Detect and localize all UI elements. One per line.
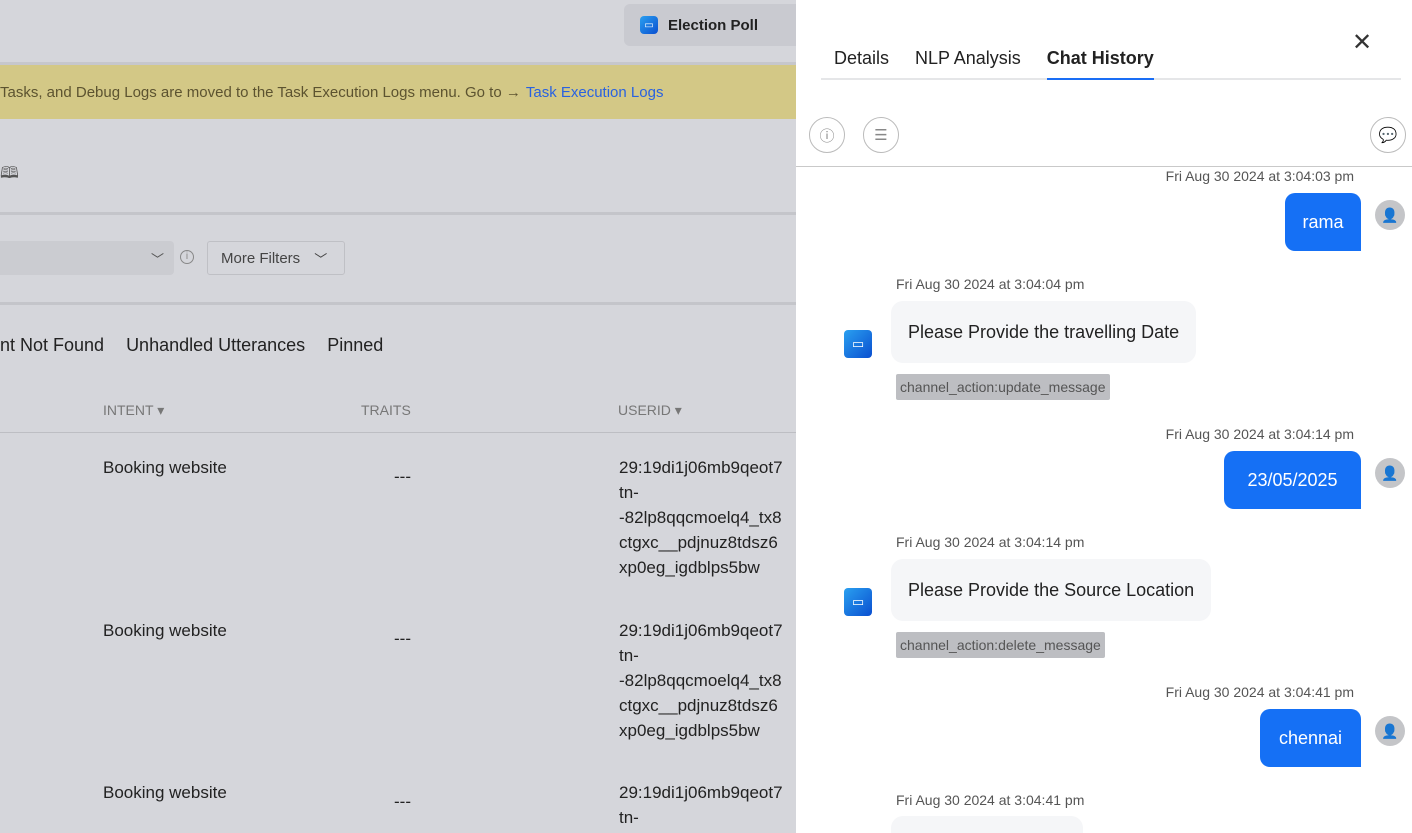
tab-chat-history[interactable]: Chat History bbox=[1046, 48, 1154, 80]
timestamp: Fri Aug 30 2024 at 3:04:04 pm bbox=[896, 276, 1085, 292]
chevron-down-icon: ﹀ bbox=[314, 251, 328, 267]
info-icon[interactable]: i bbox=[180, 250, 194, 264]
user-bubble: 23/05/2025 bbox=[1224, 451, 1361, 509]
userid-cell: 29:19di1j06mb9qeot7 tn- bbox=[619, 783, 783, 827]
task-execution-logs-link[interactable]: Task Execution Logs bbox=[526, 84, 664, 101]
bot-bubble: Please Provide the Source Location bbox=[891, 559, 1212, 621]
banner-text: Tasks, and Debug Logs are moved to the T… bbox=[0, 83, 521, 101]
column-header-traits: TRAITS bbox=[361, 402, 411, 418]
tab-pinned[interactable]: Pinned bbox=[327, 335, 383, 355]
timestamp: Fri Aug 30 2024 at 3:04:14 pm bbox=[896, 534, 1085, 550]
chevron-down-icon: ﹀ bbox=[150, 252, 164, 267]
bot-avatar-icon: ▭ bbox=[844, 588, 872, 616]
tab-intent-not-found[interactable]: nt Not Found bbox=[0, 335, 104, 355]
timestamp: Fri Aug 30 2024 at 3:04:03 pm bbox=[1165, 168, 1354, 184]
user-info-icon[interactable]: ⓘ bbox=[809, 117, 845, 153]
user-avatar-icon: 👤 bbox=[1375, 200, 1405, 230]
channel-action-tag: channel_action:delete_message bbox=[896, 632, 1105, 658]
book-info-icon[interactable]: 🕮 bbox=[0, 162, 19, 189]
intent-cell: Booking website bbox=[103, 458, 227, 477]
details-panel: ✕ Details NLP Analysis Chat History ⓘ ☰ … bbox=[796, 0, 1412, 833]
tab-unhandled-utterances[interactable]: Unhandled Utterances bbox=[126, 335, 305, 355]
intent-cell: Booking website bbox=[103, 783, 227, 802]
user-avatar-icon: 👤 bbox=[1375, 458, 1405, 488]
more-filters-button[interactable]: More Filters ﹀ bbox=[207, 241, 345, 275]
intent-cell: Booking website bbox=[103, 621, 227, 640]
traits-cell: --- bbox=[394, 467, 411, 486]
background-page: ▭ Election Poll Tasks, and Debug Logs are… bbox=[0, 0, 796, 833]
tab-nlp-analysis[interactable]: NLP Analysis bbox=[915, 48, 1021, 78]
filter-dropdown[interactable]: ﹀ bbox=[0, 241, 174, 275]
divider bbox=[0, 212, 796, 215]
divider bbox=[0, 302, 796, 305]
userid-cell: 29:19di1j06mb9qeot7 tn- -82lp8qqcmoelq4_tx… bbox=[619, 458, 783, 577]
bot-bubble: Please Provide the travelling Date bbox=[891, 301, 1197, 363]
channel-action-tag: channel_action:update_message bbox=[896, 374, 1110, 400]
user-bubble: rama bbox=[1285, 193, 1361, 251]
traits-cell: --- bbox=[394, 792, 411, 811]
notice-banner: Tasks, and Debug Logs are moved to the T… bbox=[0, 65, 796, 119]
timestamp: Fri Aug 30 2024 at 3:04:14 pm bbox=[1165, 426, 1354, 442]
traits-cell: --- bbox=[394, 629, 411, 648]
user-avatar-icon: 👤 bbox=[1375, 716, 1405, 746]
tab-details[interactable]: Details bbox=[821, 48, 889, 78]
divider bbox=[0, 432, 796, 433]
app-selector[interactable]: ▭ Election Poll bbox=[624, 4, 796, 46]
timestamp: Fri Aug 30 2024 at 3:04:41 pm bbox=[1165, 684, 1354, 700]
column-header-userid[interactable]: USERID ▾ bbox=[618, 402, 682, 419]
divider bbox=[796, 166, 1412, 167]
column-header-intent[interactable]: INTENT ▾ bbox=[103, 402, 164, 419]
chat-notes-icon[interactable]: 💬 bbox=[1370, 117, 1406, 153]
bot-icon: ▭ bbox=[640, 16, 658, 34]
app-name: Election Poll bbox=[668, 16, 759, 34]
bot-avatar-icon: ▭ bbox=[844, 330, 872, 358]
utterance-tabs: nt Not Found Unhandled Utterances Pinned bbox=[0, 335, 405, 356]
userid-cell: 29:19di1j06mb9qeot7 tn- -82lp8qqcmoelq4_tx… bbox=[619, 621, 783, 740]
bot-bubble bbox=[891, 816, 1083, 833]
list-icon[interactable]: ☰ bbox=[863, 117, 899, 153]
user-bubble: chennai bbox=[1260, 709, 1361, 767]
timestamp: Fri Aug 30 2024 at 3:04:41 pm bbox=[896, 792, 1085, 808]
more-filters-label: More Filters bbox=[221, 249, 301, 267]
panel-tabs: Details NLP Analysis Chat History bbox=[821, 48, 1401, 80]
